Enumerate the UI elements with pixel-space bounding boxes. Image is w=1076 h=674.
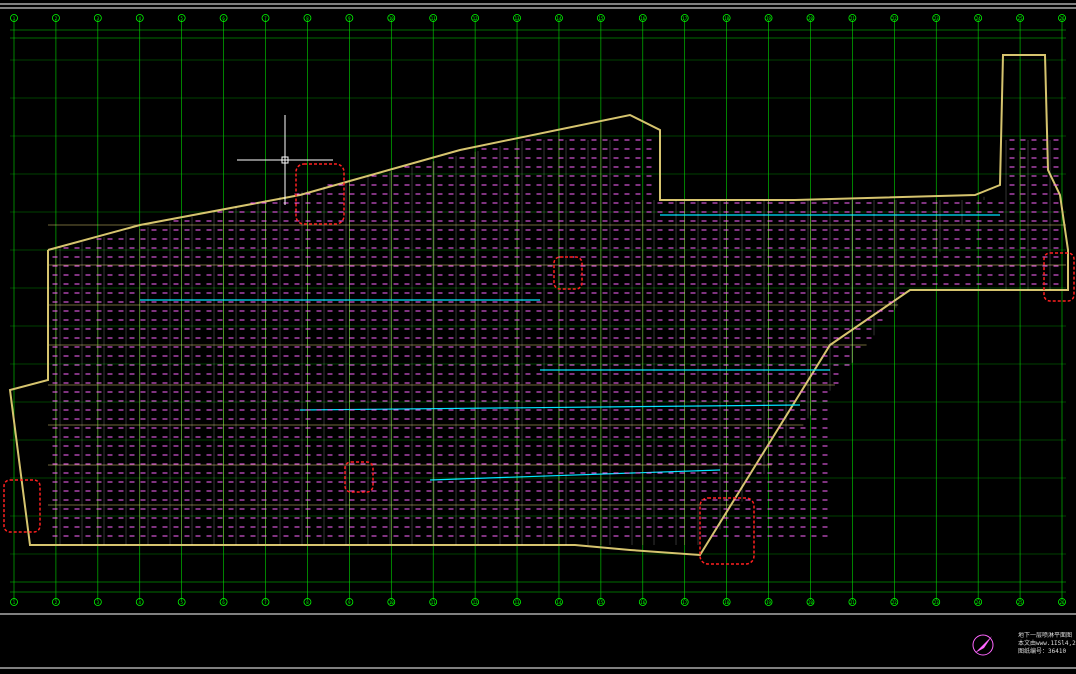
axis-mark-bottom: 17 [682,600,687,605]
axis-mark-top: 23 [934,16,939,21]
axis-mark-bottom: 26 [1060,600,1065,605]
axis-mark-top: 13 [515,16,520,21]
axis-mark-bottom: 22 [892,600,897,605]
axis-mark-bottom: 23 [934,600,939,605]
axis-mark-top: 19 [766,16,771,21]
axis-mark-top: 21 [850,16,855,21]
north-arrow-icon [968,630,998,660]
axis-mark-bottom: 24 [976,600,981,605]
axis-mark-bottom: 16 [640,600,645,605]
axis-mark-top: 20 [808,16,813,21]
axis-mark-top: 24 [976,16,981,21]
axis-mark-bottom: 19 [766,600,771,605]
axis-mark-bottom: 25 [1018,600,1023,605]
axis-mark-top: 25 [1018,16,1023,21]
axis-mark-bottom: 18 [724,600,729,605]
axis-mark-top: 18 [724,16,729,21]
axis-mark-top: 17 [682,16,687,21]
title-block: 地下一层喷淋平面图 1:100 本文由www.1ISl4,27- 图纸编号：36… [1018,632,1076,672]
axis-mark-bottom: 11 [431,600,436,605]
drawing-title: 地下一层喷淋平面图 1:100 [1018,632,1076,639]
axis-mark-top: 11 [431,16,436,21]
axis-mark-bottom: 21 [850,600,855,605]
axis-mark-top: 26 [1060,16,1065,21]
axis-mark-top: 15 [598,16,603,21]
axis-mark-bottom: 13 [515,600,520,605]
axis-mark-bottom: 15 [598,600,603,605]
axis-mark-top: 22 [892,16,897,21]
cad-drawing-canvas[interactable]: 1 2 3 4 5 6 7 8 9 10 11 12 13 14 15 16 17 18 19 20 21 22 23 24 2… [0,0,1076,674]
axis-mark-top: 16 [640,16,645,21]
axis-mark-top: 10 [389,16,394,21]
drawing-source: 本文由www.1ISl4,27- [1018,640,1076,647]
axis-mark-bottom: 12 [473,600,478,605]
axis-mark-bottom: 20 [808,600,813,605]
axis-mark-top: 12 [473,16,478,21]
axis-mark-top: 14 [557,16,562,21]
axis-mark-bottom: 10 [389,600,394,605]
axis-mark-bottom: 14 [557,600,562,605]
drawing-number: 图纸编号：36410 [1018,648,1067,655]
